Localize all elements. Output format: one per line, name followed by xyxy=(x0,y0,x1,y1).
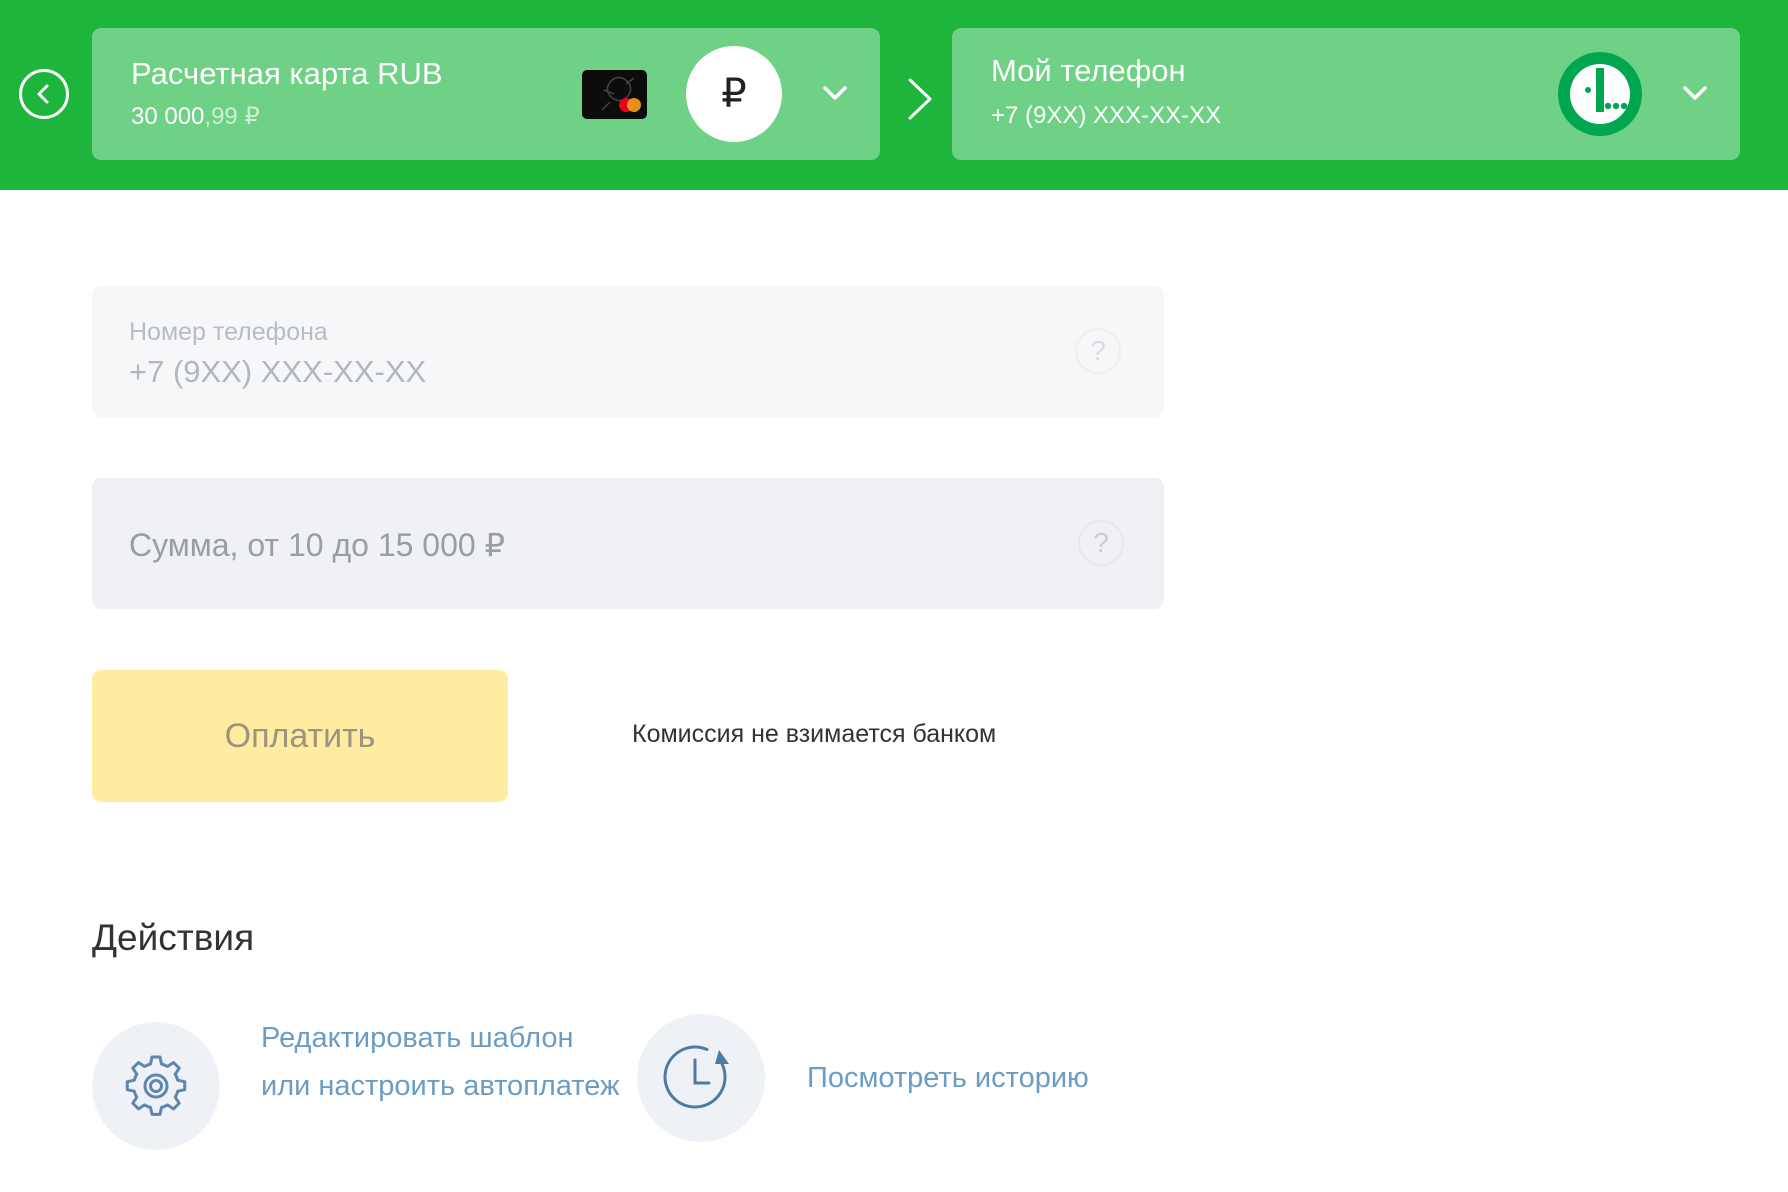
destination-selector[interactable]: Мой телефон +7 (9XX) XXX-XX-XX xyxy=(952,28,1740,160)
back-button[interactable] xyxy=(19,69,69,119)
actions-title: Действия xyxy=(92,917,255,958)
destination-title: Мой телефон xyxy=(991,53,1186,88)
operator-mark-icon xyxy=(1570,64,1630,124)
destination-phone: +7 (9XX) XXX-XX-XX xyxy=(991,102,1222,129)
top-bar: Расчетная карта RUB 30 000,99 ₽ ₽ Мой те… xyxy=(0,0,1788,190)
card-pattern-icon xyxy=(601,76,635,111)
currency-ruble-badge: ₽ xyxy=(686,46,782,142)
commission-note: Комиссия не взимается банком xyxy=(632,720,997,748)
mastercard-yellow-circle xyxy=(627,98,641,112)
edit-template-action-button[interactable] xyxy=(92,1022,220,1150)
gear-icon xyxy=(125,1055,187,1116)
source-card-selector[interactable]: Расчетная карта RUB 30 000,99 ₽ ₽ xyxy=(92,28,880,160)
bank-card-thumbnail xyxy=(582,70,647,119)
source-card-title: Расчетная карта RUB xyxy=(131,56,443,91)
phone-number-field[interactable]: Номер телефона +7 (9XX) XXX-XX-XX ? xyxy=(92,286,1164,417)
pay-button[interactable]: Оплатить xyxy=(92,670,508,802)
operator-logo-icon xyxy=(1558,52,1642,136)
phone-field-value: +7 (9XX) XXX-XX-XX xyxy=(129,354,427,389)
chevron-down-icon[interactable] xyxy=(820,78,850,108)
chevron-left-icon xyxy=(37,84,49,104)
help-icon[interactable]: ? xyxy=(1078,520,1124,566)
help-icon[interactable]: ? xyxy=(1075,328,1121,374)
balance-main: 30 000 xyxy=(131,103,205,130)
history-action-button[interactable] xyxy=(637,1014,765,1142)
chevron-down-icon[interactable] xyxy=(1680,78,1710,108)
balance-cents: ,99 ₽ xyxy=(204,103,260,130)
amount-field[interactable]: Сумма, от 10 до 15 000 ₽ ? xyxy=(92,478,1164,609)
history-icon xyxy=(663,1045,729,1109)
phone-field-label: Номер телефона xyxy=(129,318,328,346)
source-card-balance: 30 000,99 ₽ xyxy=(131,102,260,131)
amount-field-placeholder: Сумма, от 10 до 15 000 ₽ xyxy=(129,527,505,563)
edit-template-link[interactable]: Редактировать шаблон или настроить автоп… xyxy=(261,1014,621,1110)
view-history-link[interactable]: Посмотреть историю xyxy=(807,1054,1089,1102)
arrow-right-icon xyxy=(908,78,932,120)
